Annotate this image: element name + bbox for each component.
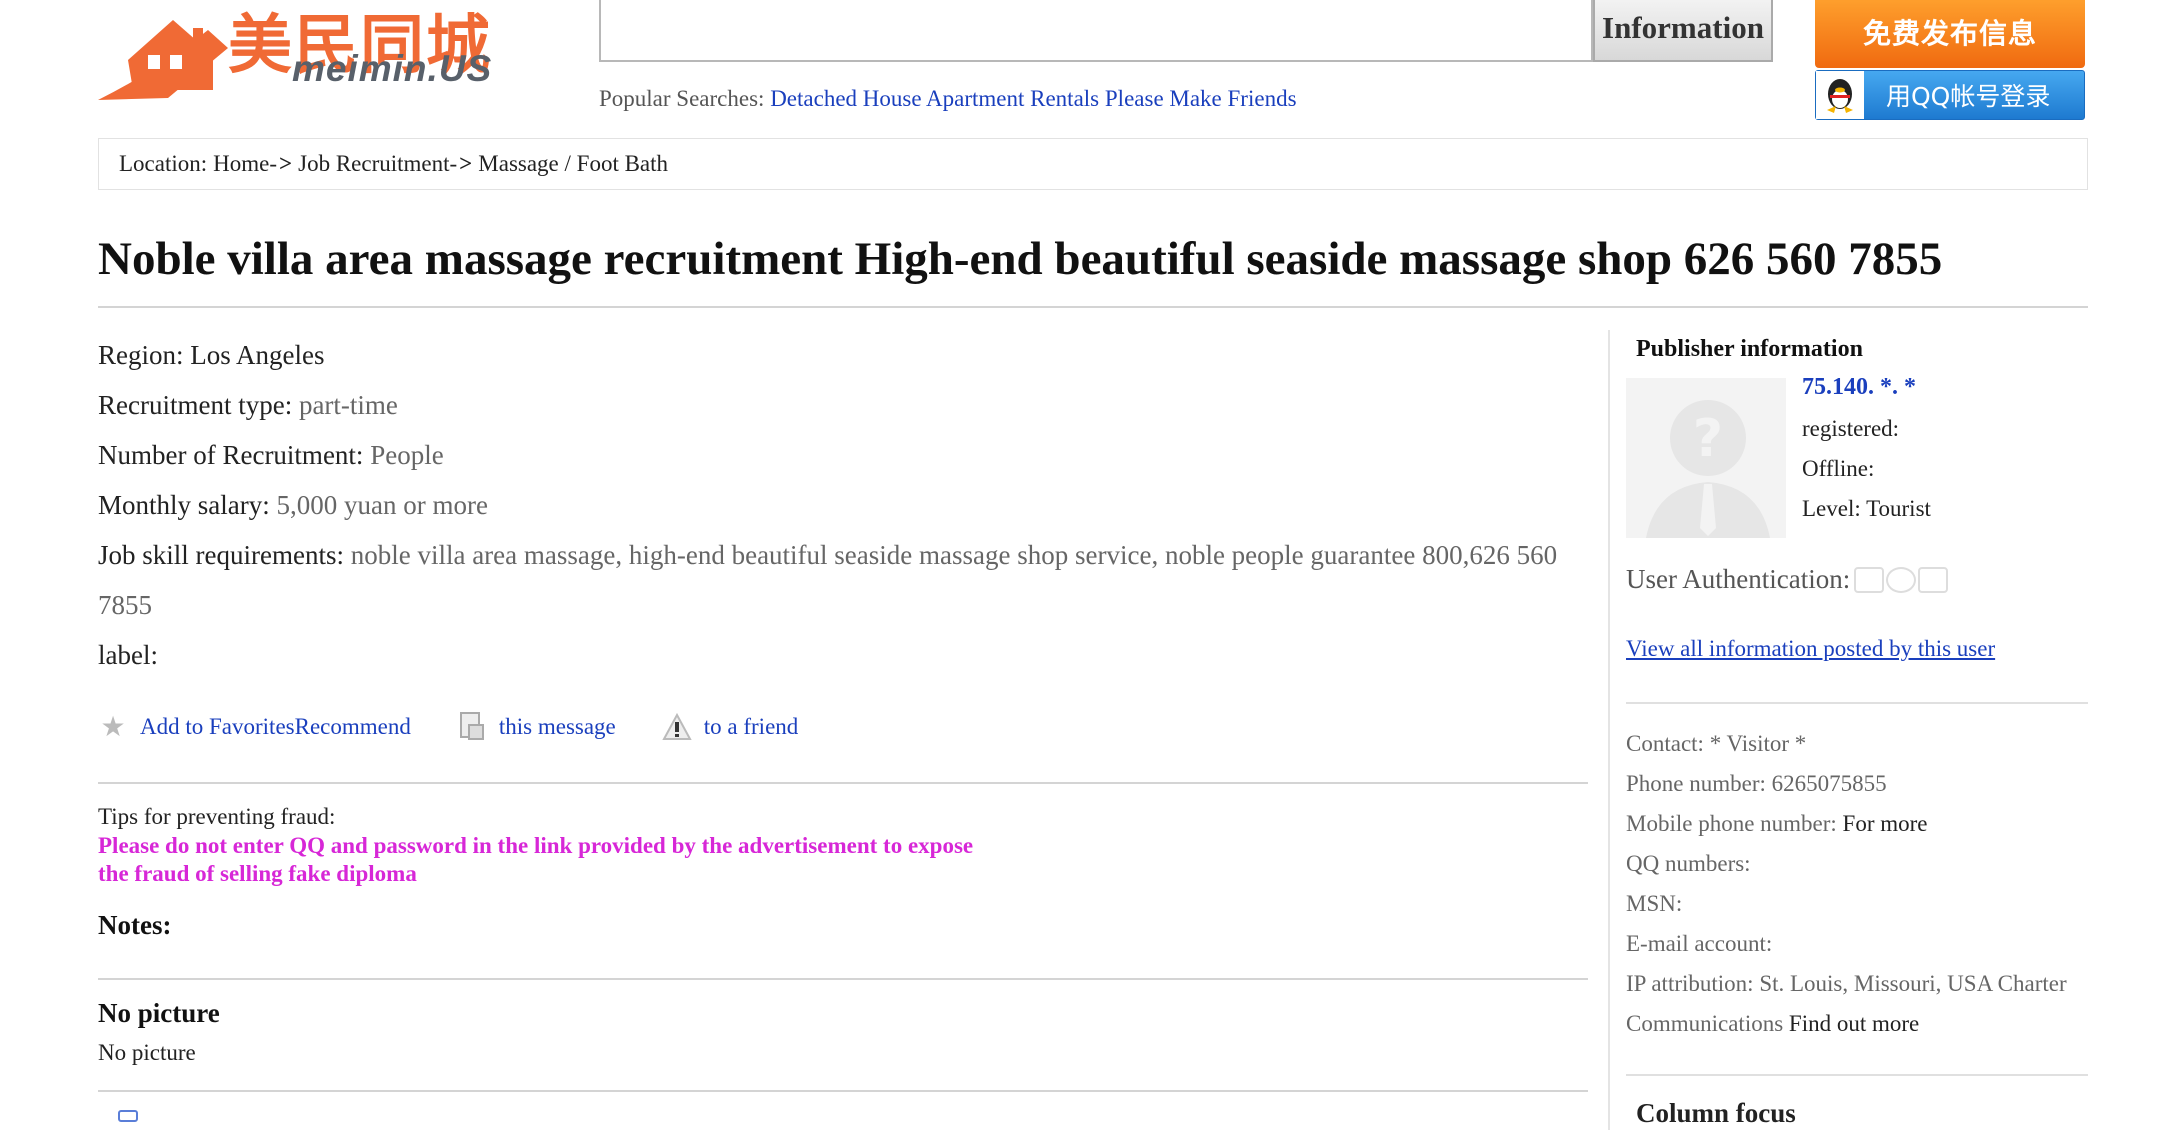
user-authentication: User Authentication:	[1626, 564, 1950, 595]
add-favorites-action[interactable]: ★ Add to FavoritesRecommend	[98, 712, 411, 743]
divider	[98, 782, 1588, 784]
search-button[interactable]: Information	[1593, 0, 1773, 62]
type-value: part-time	[298, 390, 398, 420]
divider	[1626, 1074, 2088, 1076]
detail-number: Number of Recruitment: People	[98, 430, 1578, 480]
title-divider	[98, 306, 2088, 308]
qq-label: QQ numbers:	[1626, 851, 1751, 876]
checkbox-icon[interactable]	[118, 1110, 138, 1122]
publisher-heading: Publisher information	[1636, 336, 1863, 362]
msn-row: MSN:	[1626, 884, 2096, 924]
breadcrumb-home[interactable]: Home-	[213, 151, 277, 177]
id-card-icon	[1854, 566, 1885, 593]
popular-link-make-friends[interactable]: Please Make Friends	[1105, 86, 1297, 111]
ip-attribution-value-2: Communications	[1626, 1011, 1784, 1036]
ip-attribution-row: IP attribution: St. Louis, Missouri, USA…	[1626, 964, 2096, 1004]
avatar: ?	[1626, 378, 1786, 538]
breadcrumb-job-recruitment[interactable]: Job Recruitment-	[298, 151, 457, 177]
find-out-more-link[interactable]: Find out more	[1789, 1011, 1919, 1036]
free-post-button[interactable]: 免费发布信息	[1815, 0, 2085, 68]
message-label: this message	[498, 714, 616, 739]
contact-info: Contact: * Visitor * Phone number: 62650…	[1626, 724, 2096, 1044]
column-focus-heading: Column focus	[1636, 1098, 1796, 1128]
job-details: Region: Los Angeles Recruitment type: pa…	[98, 330, 1578, 680]
logo-domain-text: meimin.US	[292, 48, 493, 89]
phone-label: Phone number:	[1626, 771, 1766, 796]
breadcrumb: Location: Home- > Job Recruitment- > Mas…	[98, 138, 2088, 190]
divider	[98, 1090, 1588, 1092]
qq-penguin-icon	[1816, 71, 1864, 119]
popular-link-detached-house[interactable]: Detached House	[770, 86, 921, 111]
publisher-level: Level: Tourist	[1802, 496, 1931, 521]
no-picture-text: No picture	[98, 1040, 196, 1065]
mobile-label: Mobile phone number:	[1626, 811, 1837, 836]
breadcrumb-separator: >	[459, 151, 473, 176]
popular-searches: Popular Searches: Detached House Apartme…	[599, 86, 1297, 112]
mobile-more-link[interactable]: For more	[1843, 811, 1928, 836]
friend-label: to a friend	[703, 714, 799, 739]
salary-value: 5,000 yuan or more	[276, 490, 488, 520]
ip-attribution-value: St. Louis, Missouri, USA Charter	[1759, 971, 2067, 996]
phone-verify-icon	[1886, 566, 1917, 593]
publisher-registered: registered:	[1802, 416, 1900, 441]
email-label: E-mail account:	[1626, 931, 1773, 956]
contact-label: Contact:	[1626, 731, 1704, 756]
message-action[interactable]: this message	[457, 712, 616, 742]
contact-row: Contact: * Visitor *	[1626, 724, 2096, 764]
detail-region: Region: Los Angeles	[98, 330, 1578, 380]
ip-attribution-label: IP attribution:	[1626, 971, 1754, 996]
certificate-icon	[1918, 566, 1949, 593]
number-label: Number of Recruitment:	[98, 440, 364, 470]
publisher-offline: Offline:	[1802, 456, 1875, 481]
detail-salary: Monthly salary: 5,000 yuan or more	[98, 480, 1578, 530]
search-input[interactable]	[599, 0, 1593, 62]
ip-attribution-row-2: Communications Find out more	[1626, 1004, 2096, 1044]
star-icon: ★	[100, 712, 126, 743]
skills-label: Job skill requirements:	[98, 540, 344, 570]
popular-label: Popular Searches:	[599, 86, 765, 111]
house-logo-icon	[98, 20, 228, 100]
auth-label: User Authentication:	[1626, 564, 1851, 594]
msn-label: MSN:	[1626, 891, 1683, 916]
salary-label: Monthly salary:	[98, 490, 270, 520]
favorites-label: Add to FavoritesRecommend	[140, 714, 411, 739]
tag-label: label:	[98, 640, 158, 670]
fraud-tips-body: Please do not enter QQ and password in t…	[98, 833, 974, 886]
sidebar-divider	[1608, 330, 1610, 1130]
document-icon	[457, 712, 487, 742]
breadcrumb-separator: >	[279, 151, 293, 176]
qq-login-button[interactable]: 用QQ帐号登录	[1815, 70, 2085, 120]
contact-value: * Visitor *	[1709, 731, 1807, 756]
divider	[1626, 702, 2088, 704]
breadcrumb-label: Location:	[119, 151, 208, 176]
notes-heading: Notes:	[98, 910, 172, 940]
phone-row: Phone number: 6265075855	[1626, 764, 2096, 804]
region-label: Region:	[98, 340, 184, 370]
site-logo[interactable]: 美民同城 meimin.US	[98, 0, 498, 110]
unknown-user-icon: ?	[1626, 378, 1786, 538]
detail-recruitment-type: Recruitment type: part-time	[98, 380, 1578, 430]
fraud-tips-heading: Tips for preventing fraud:	[98, 804, 336, 829]
warning-icon	[662, 712, 692, 742]
page-title: Noble villa area massage recruitment Hig…	[98, 233, 1943, 285]
action-bar: ★ Add to FavoritesRecommend this message…	[98, 712, 844, 743]
detail-label: label:	[98, 630, 1578, 680]
publisher-ip[interactable]: 75.140. *. *	[1802, 374, 1916, 401]
popular-link-apartment-rentals[interactable]: Apartment Rentals	[926, 86, 1099, 111]
type-label: Recruitment type:	[98, 390, 293, 420]
phone-value: 6265075855	[1771, 771, 1887, 796]
svg-text:?: ?	[1693, 409, 1723, 469]
detail-skills: Job skill requirements: noble villa area…	[98, 530, 1578, 630]
no-picture-heading: No picture	[98, 998, 220, 1028]
qq-row: QQ numbers:	[1626, 844, 2096, 884]
mobile-row: Mobile phone number: For more	[1626, 804, 2096, 844]
view-all-user-posts-link[interactable]: View all information posted by this user	[1626, 636, 1995, 662]
divider	[98, 978, 1588, 980]
tell-friend-action[interactable]: to a friend	[662, 712, 799, 742]
number-value: People	[370, 440, 444, 470]
email-row: E-mail account:	[1626, 924, 2096, 964]
breadcrumb-massage[interactable]: Massage / Foot Bath	[478, 151, 668, 177]
region-value: Los Angeles	[190, 340, 325, 370]
qq-login-label: 用QQ帐号登录	[1886, 82, 2051, 111]
